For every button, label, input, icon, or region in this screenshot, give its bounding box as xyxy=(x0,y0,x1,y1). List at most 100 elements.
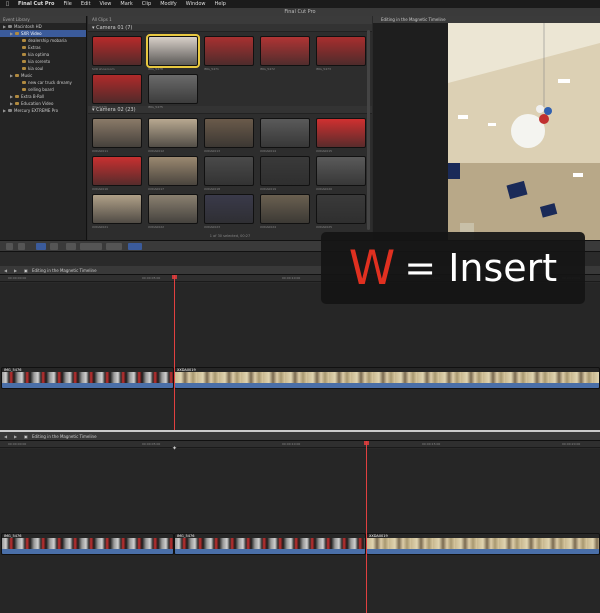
clip-thumbnail[interactable] xyxy=(316,194,366,224)
clip-label: IMG_5476 xyxy=(4,368,22,372)
clip-thumbnail[interactable] xyxy=(260,156,310,186)
library-item[interactable]: kia soul xyxy=(0,65,86,72)
clip-thumbnail[interactable] xyxy=(92,74,142,104)
disclosure-triangle-icon[interactable]: ▶ xyxy=(10,30,13,37)
menu-window[interactable]: Window xyxy=(186,1,206,7)
library-item[interactable]: ▶ Music xyxy=(0,72,86,79)
clip-thumbnail[interactable] xyxy=(148,156,198,186)
event-library: Event Library ▶ Macintosh HD ▶ SXR Video dea… xyxy=(0,16,87,240)
clip-caption: XXDA0015 xyxy=(316,149,333,153)
library-item[interactable]: ▶ Macintosh HD xyxy=(0,23,86,30)
clip-audio xyxy=(2,383,173,388)
browser-scrollbar[interactable] xyxy=(367,30,370,230)
clip-thumbnail[interactable] xyxy=(148,194,198,224)
clip-thumbnail[interactable] xyxy=(92,194,142,224)
clip-size-icon[interactable] xyxy=(50,243,58,250)
camera-01-thumbnails: SXR showroom IMG_5478 IMG_5471 IMG_5472 IMG_… xyxy=(88,32,372,109)
menu-final-cut-pro[interactable]: Final Cut Pro xyxy=(18,1,54,7)
clip-thumbnail[interactable] xyxy=(148,118,198,148)
library-item[interactable]: Extras xyxy=(0,44,86,51)
clip-thumbnail[interactable] xyxy=(260,36,310,66)
ruler-tick: 00:00:10:00 xyxy=(282,442,301,446)
clip-thumbnail[interactable] xyxy=(204,36,254,66)
timeline-clip-dealership[interactable]: XXDA0019 xyxy=(366,533,600,555)
viewer: Editing in the Magnetic Timeline xyxy=(373,16,600,240)
disclosure-triangle-icon[interactable]: ▶ xyxy=(3,23,6,30)
library-item[interactable]: kia sorento xyxy=(0,58,86,65)
clip-thumbnail[interactable] xyxy=(92,36,142,66)
clip-caption: IMG_5476 xyxy=(92,105,107,109)
browser-header: All Clips 1 xyxy=(88,16,372,24)
menu-mark[interactable]: Mark xyxy=(120,1,132,7)
timeline-2-ruler[interactable]: 00:00:00:00 00:00:05:00 00:00:10:00 00:0… xyxy=(0,441,600,448)
library-item-label: new car truck dreamy xyxy=(28,80,72,85)
clip-thumbnail[interactable] xyxy=(92,118,142,148)
event-icon xyxy=(15,95,19,98)
disclosure-triangle-icon[interactable]: ▶ xyxy=(10,72,13,79)
library-item-label: Extra B-Roll xyxy=(21,94,45,99)
clip-caption: XXDA0011 xyxy=(92,149,109,153)
library-item[interactable]: kia optima xyxy=(0,51,86,58)
disclosure-triangle-icon[interactable]: ▶ xyxy=(3,107,6,114)
menu-view[interactable]: View xyxy=(100,1,112,7)
menu-edit[interactable]: Edit xyxy=(81,1,91,7)
playhead[interactable] xyxy=(366,441,367,613)
list-view-icon[interactable] xyxy=(6,243,13,250)
menu-help[interactable]: Help xyxy=(215,1,226,7)
clip-thumbnail[interactable] xyxy=(92,156,142,186)
library-item-label: kia soul xyxy=(28,66,44,71)
timeline-clip-wheels[interactable]: IMG_5476 xyxy=(1,533,174,555)
clip-thumbnail[interactable] xyxy=(260,118,310,148)
forward-arrow-icon[interactable]: ▶ xyxy=(14,432,17,441)
library-item[interactable]: selling board xyxy=(0,86,86,93)
effects-buttons[interactable] xyxy=(106,243,122,250)
clip-thumbnail[interactable] xyxy=(316,118,366,148)
back-arrow-icon[interactable]: ◀ xyxy=(4,432,7,441)
clip-thumbnail[interactable] xyxy=(260,194,310,224)
ruler-tick: 00:00:05:00 xyxy=(142,442,161,446)
event-icon xyxy=(22,67,26,70)
clip-thumbnail[interactable] xyxy=(148,74,198,104)
disclosure-triangle-icon[interactable]: ▶ xyxy=(10,93,13,100)
clip-thumbnail[interactable] xyxy=(204,194,254,224)
library-item[interactable]: ▶ Education Video xyxy=(0,100,86,107)
ruler-tick: 00:00:00:00 xyxy=(8,442,27,446)
apple-menu-icon[interactable]:  xyxy=(6,1,9,7)
menu-modify[interactable]: Modify xyxy=(160,1,177,7)
clip-thumbnail[interactable] xyxy=(204,156,254,186)
section-camera-01[interactable]: ▾ Camera 01 (7) xyxy=(88,24,372,32)
clip-thumbnail[interactable] xyxy=(146,34,200,68)
clip-caption: XXDA0022 xyxy=(148,225,165,229)
menu-file[interactable]: File xyxy=(63,1,71,7)
library-item[interactable]: new car truck dreamy xyxy=(0,79,86,86)
cursor-icon: ✦ xyxy=(172,445,178,452)
library-item-label: Mercury EXTREME Pro xyxy=(14,108,59,113)
forward-arrow-icon[interactable]: ▶ xyxy=(14,266,17,275)
playhead[interactable] xyxy=(174,275,175,430)
edit-buttons[interactable] xyxy=(80,243,102,250)
menu-clip[interactable]: Clip xyxy=(142,1,151,7)
timeline-1-area[interactable]: IMG_5476 XXDA0019 xyxy=(0,283,600,430)
timeline-2-area[interactable]: IMG_5476 IMG_5476 XXDA0019 xyxy=(0,449,600,613)
timeline-clip-wheels[interactable]: IMG_5476 xyxy=(1,367,174,389)
ruler-tick: 00:00:00:00 xyxy=(8,276,27,280)
clip-thumbnail[interactable] xyxy=(316,36,366,66)
clip-label: XXDA0019 xyxy=(177,368,196,372)
clip-thumbnail[interactable] xyxy=(204,118,254,148)
back-arrow-icon[interactable]: ◀ xyxy=(4,266,7,275)
library-item[interactable]: ▶ SXR Video xyxy=(0,30,86,37)
timeline-clip-dealership[interactable]: XXDA0019 xyxy=(174,367,600,389)
timeline-clip-wheels-inserted[interactable]: IMG_5476 xyxy=(174,533,366,555)
filmstrip-view-icon[interactable] xyxy=(18,243,25,250)
select-tool-icon[interactable] xyxy=(128,243,142,250)
search-icon[interactable] xyxy=(66,243,76,250)
disclosure-triangle-icon[interactable]: ▶ xyxy=(10,100,13,107)
clip-thumbnail[interactable] xyxy=(316,156,366,186)
library-item[interactable]: dealership mobaria xyxy=(0,37,86,44)
section-camera-02[interactable]: ▾ Camera 02 (23) xyxy=(88,106,372,114)
library-item[interactable]: ▶ Extra B-Roll xyxy=(0,93,86,100)
ruler-tick: 00:00:10:00 xyxy=(282,276,301,280)
library-item[interactable]: ▶ Mercury EXTREME Pro xyxy=(0,107,86,114)
event-browser-icon[interactable] xyxy=(36,243,46,250)
clip-caption: IMG_5473 xyxy=(316,67,331,71)
